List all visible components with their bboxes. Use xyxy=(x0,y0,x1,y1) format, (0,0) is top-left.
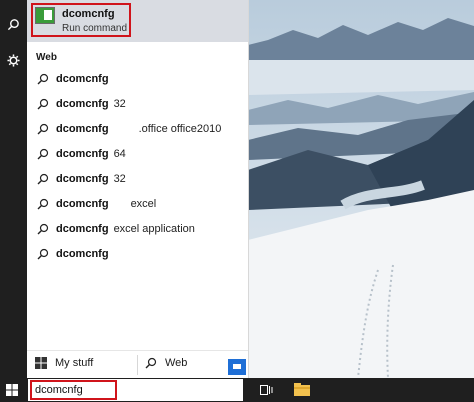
section-label-web: Web xyxy=(36,52,57,63)
gear-icon[interactable] xyxy=(0,48,27,72)
search-highlight xyxy=(30,380,117,400)
windows-icon[interactable] xyxy=(6,384,18,396)
web-results-list: dcomcnfg dcomcnfg 32 dcomcnfg .office of… xyxy=(27,66,248,266)
start-rail xyxy=(0,0,27,378)
desktop-wallpaper xyxy=(248,0,474,378)
task-view-icon[interactable] xyxy=(260,384,273,396)
search-results-panel: dcomcnfg Run command Web dcomcnfg dcomcn… xyxy=(27,0,249,379)
web-search-button[interactable]: Web xyxy=(145,357,187,369)
web-label: Web xyxy=(165,357,188,369)
best-match-item[interactable]: dcomcnfg Run command xyxy=(27,0,248,42)
search-icon xyxy=(37,123,49,134)
web-result-item[interactable]: dcomcnfg 32 xyxy=(27,166,248,191)
my-stuff-button[interactable]: My stuff xyxy=(35,357,93,369)
result-suffix: excel xyxy=(130,197,157,210)
result-term: dcomcnfg xyxy=(56,222,109,235)
result-term: dcomcnfg xyxy=(56,72,109,85)
result-suffix: .office office2010 xyxy=(138,122,222,135)
search-icon xyxy=(145,357,157,369)
file-explorer-icon[interactable] xyxy=(294,383,310,396)
result-suffix: 32 xyxy=(113,172,126,185)
best-match-highlight xyxy=(31,3,131,37)
result-term: dcomcnfg xyxy=(56,122,109,135)
result-term: dcomcnfg xyxy=(56,172,109,185)
web-result-item[interactable]: dcomcnfg .office office2010 xyxy=(27,116,248,141)
result-suffix: 64 xyxy=(113,147,126,160)
result-term: dcomcnfg xyxy=(56,247,109,260)
feedback-icon[interactable] xyxy=(228,359,246,375)
search-icon xyxy=(37,198,49,209)
web-result-item[interactable]: dcomcnfg 32 xyxy=(27,91,248,116)
web-result-item[interactable]: dcomcnfg 64 xyxy=(27,141,248,166)
web-result-item[interactable]: dcomcnfg excel xyxy=(27,191,248,216)
taskbar: dcomcnfg xyxy=(0,378,474,402)
search-icon xyxy=(37,148,49,159)
search-icon xyxy=(37,98,49,109)
web-result-item[interactable]: dcomcnfg xyxy=(27,66,248,91)
result-suffix: excel application xyxy=(113,222,195,235)
results-footer: My stuff Web xyxy=(27,350,248,379)
web-result-item[interactable]: dcomcnfg xyxy=(27,241,248,266)
web-result-item[interactable]: dcomcnfg excel application xyxy=(27,216,248,241)
result-suffix: 32 xyxy=(113,97,126,110)
search-icon xyxy=(37,223,49,234)
taskbar-search-input[interactable]: dcomcnfg xyxy=(28,379,243,401)
divider xyxy=(137,355,138,375)
search-icon xyxy=(37,248,49,259)
result-term: dcomcnfg xyxy=(56,97,109,110)
search-icon xyxy=(37,173,49,184)
result-term: dcomcnfg xyxy=(56,197,109,210)
search-icon xyxy=(37,73,49,84)
my-stuff-label: My stuff xyxy=(55,357,94,369)
search-icon[interactable] xyxy=(0,12,27,36)
result-term: dcomcnfg xyxy=(56,147,109,160)
windows-icon xyxy=(35,357,47,369)
